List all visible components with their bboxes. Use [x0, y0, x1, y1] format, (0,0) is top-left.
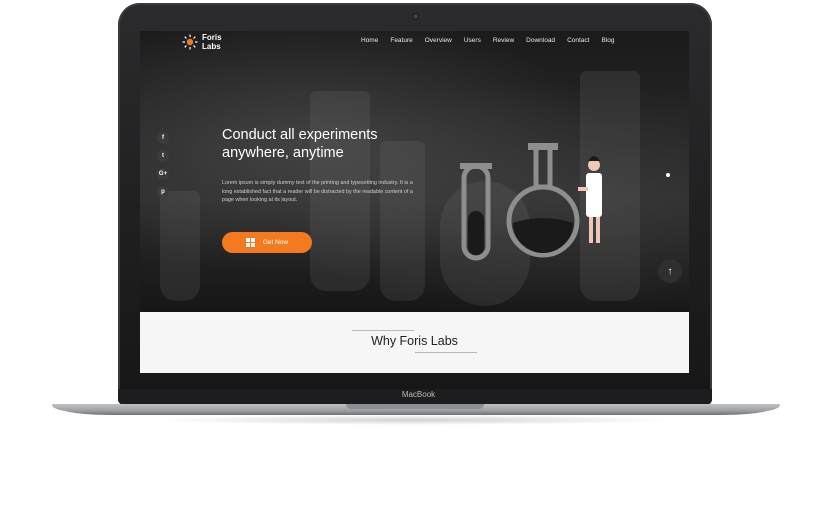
- logo-text-line1: Foris: [202, 33, 222, 42]
- title-divider-top: [352, 330, 414, 331]
- laptop-shadow: [150, 415, 680, 425]
- nav-home[interactable]: Home: [361, 37, 378, 44]
- camera-icon: [413, 14, 418, 19]
- social-links: f t G+ p: [157, 132, 169, 198]
- nav-overview[interactable]: Overview: [425, 37, 452, 44]
- title-divider-bottom: [415, 352, 477, 353]
- why-section: Why Foris Labs: [140, 312, 689, 373]
- lab-illustration: [460, 143, 602, 261]
- scroll-top-button[interactable]: ↑: [658, 259, 682, 283]
- nav-blog[interactable]: Blog: [601, 37, 614, 44]
- hero-section: Foris Labs Home Feature Overview Users R…: [140, 31, 689, 312]
- nav-review[interactable]: Review: [493, 37, 514, 44]
- twitter-icon[interactable]: t: [157, 150, 169, 162]
- headline-line2: anywhere, anytime: [222, 145, 344, 161]
- laptop-notch: [346, 404, 484, 409]
- section-title: Why Foris Labs: [371, 334, 458, 348]
- sun-logo-icon: [182, 34, 198, 50]
- facebook-icon[interactable]: f: [157, 132, 169, 144]
- nav-menu: Home Feature Overview Users Review Downl…: [361, 37, 626, 44]
- nav-contact[interactable]: Contact: [567, 37, 589, 44]
- headline-line1: Conduct all experiments: [222, 127, 378, 143]
- bottle-silhouette: [380, 141, 425, 301]
- nav-feature[interactable]: Feature: [390, 37, 412, 44]
- windows-icon: [245, 238, 255, 247]
- nav-users[interactable]: Users: [464, 37, 481, 44]
- hero-headline: Conduct all experiments anywhere, anytim…: [222, 126, 452, 162]
- get-now-label: Get Now: [262, 239, 289, 246]
- hero-description: Lorem ipsum is simply dummy text of the …: [222, 180, 413, 203]
- bottle-silhouette: [160, 191, 200, 301]
- get-now-button[interactable]: Get Now: [222, 232, 312, 253]
- top-navigation: Foris Labs Home Feature Overview Users R…: [140, 31, 689, 55]
- device-brand-label: MacBook: [401, 390, 436, 399]
- logo[interactable]: Foris Labs: [182, 33, 226, 51]
- pinterest-icon[interactable]: p: [157, 186, 169, 198]
- google-plus-icon[interactable]: G+: [157, 168, 169, 180]
- slider-dot[interactable]: [666, 173, 670, 177]
- arrow-up-icon: ↑: [667, 265, 673, 277]
- nav-download[interactable]: Download: [526, 37, 555, 44]
- screen: Foris Labs Home Feature Overview Users R…: [140, 31, 689, 373]
- logo-text-line2: Labs: [202, 42, 221, 51]
